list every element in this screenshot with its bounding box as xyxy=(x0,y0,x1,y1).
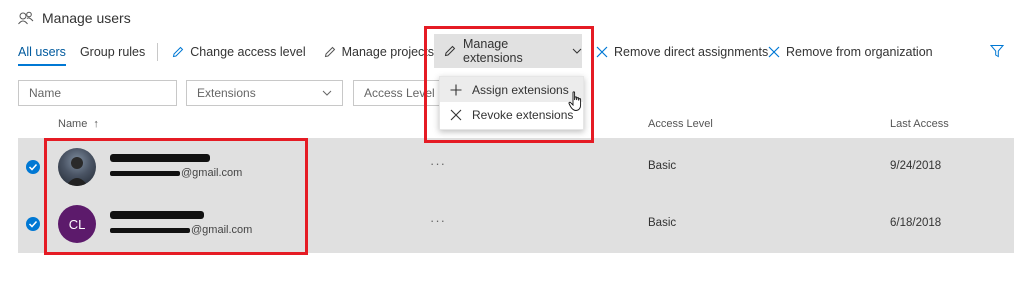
toolbar-divider xyxy=(157,43,159,61)
close-icon xyxy=(768,46,780,58)
assign-extensions-menu-item[interactable]: Assign extensions xyxy=(440,77,583,102)
plus-icon xyxy=(450,84,462,96)
toolbar: All users Group rules Change access leve… xyxy=(18,40,450,66)
user-email: @gmail.com xyxy=(110,167,242,179)
tab-group-rules[interactable]: Group rules xyxy=(80,45,145,59)
tab-all-users[interactable]: All users xyxy=(18,45,66,66)
revoke-extensions-label: Revoke extensions xyxy=(472,107,574,122)
extensions-filter-select[interactable]: Extensions xyxy=(186,80,343,106)
manage-extensions-button[interactable]: Manage extensions xyxy=(434,34,582,68)
access-level-value: Basic xyxy=(648,217,677,229)
users-icon xyxy=(18,11,34,25)
change-access-level-label: Change access level xyxy=(190,45,306,59)
last-access-column-header[interactable]: Last Access xyxy=(890,118,949,130)
email-suffix: @gmail.com xyxy=(191,224,253,236)
pencil-icon xyxy=(172,46,184,58)
page-title: Manage users xyxy=(42,10,131,26)
close-icon xyxy=(450,109,462,121)
user-name-redacted xyxy=(110,211,204,219)
email-suffix: @gmail.com xyxy=(181,167,243,179)
access-level-value: Basic xyxy=(648,160,677,172)
filter-icon[interactable] xyxy=(989,44,1005,61)
remove-direct-assignments-button[interactable]: Remove direct assignments xyxy=(596,45,768,59)
name-column-header[interactable]: Name ↑ xyxy=(58,118,99,130)
user-email: @gmail.com xyxy=(110,224,252,236)
change-access-level-button[interactable]: Change access level xyxy=(172,45,306,59)
more-options-button[interactable]: ··· xyxy=(430,213,446,228)
manage-extensions-label: Manage extensions xyxy=(463,37,523,65)
revoke-extensions-menu-item[interactable]: Revoke extensions xyxy=(440,102,583,127)
remove-direct-assignments-label: Remove direct assignments xyxy=(614,45,769,59)
chevron-down-icon xyxy=(572,48,582,54)
access-level-filter-select[interactable]: Access Level xyxy=(353,80,449,106)
remove-from-organization-label: Remove from organization xyxy=(786,45,933,59)
pencil-icon xyxy=(324,46,336,58)
close-icon xyxy=(596,46,608,58)
manage-projects-button[interactable]: Manage projects xyxy=(324,45,450,59)
email-redaction xyxy=(110,170,180,176)
extensions-filter-label: Extensions xyxy=(197,86,256,100)
name-filter-placeholder: Name xyxy=(29,86,62,100)
user-name-redacted xyxy=(110,154,210,162)
selected-check-icon[interactable] xyxy=(26,217,40,231)
access-level-filter-label: Access Level xyxy=(364,86,435,100)
avatar xyxy=(58,148,96,186)
table-row[interactable]: CL @gmail.com ··· Basic 6/18/2018 xyxy=(18,195,1014,253)
avatar: CL xyxy=(58,205,96,243)
remove-from-organization-button[interactable]: Remove from organization xyxy=(768,45,933,59)
assign-extensions-label: Assign extensions xyxy=(472,82,569,97)
access-level-column-header[interactable]: Access Level xyxy=(648,118,713,130)
page-header: Manage users xyxy=(18,8,131,28)
manage-extensions-menu: Assign extensions Revoke extensions xyxy=(439,76,584,130)
sort-ascending-icon: ↑ xyxy=(93,118,99,130)
last-access-value: 6/18/2018 xyxy=(890,217,942,229)
selected-check-icon[interactable] xyxy=(26,160,40,174)
last-access-value: 9/24/2018 xyxy=(890,160,942,172)
pencil-icon xyxy=(444,45,456,57)
manage-projects-label: Manage projects xyxy=(341,45,435,59)
name-column-label: Name xyxy=(58,118,88,130)
chevron-down-icon xyxy=(322,90,332,96)
more-options-button[interactable]: ··· xyxy=(430,156,446,171)
email-redaction xyxy=(110,227,190,233)
name-filter-input[interactable]: Name xyxy=(18,80,177,106)
hand-cursor-icon xyxy=(568,91,584,116)
table-row[interactable]: @gmail.com ··· Basic 9/24/2018 xyxy=(18,138,1014,196)
